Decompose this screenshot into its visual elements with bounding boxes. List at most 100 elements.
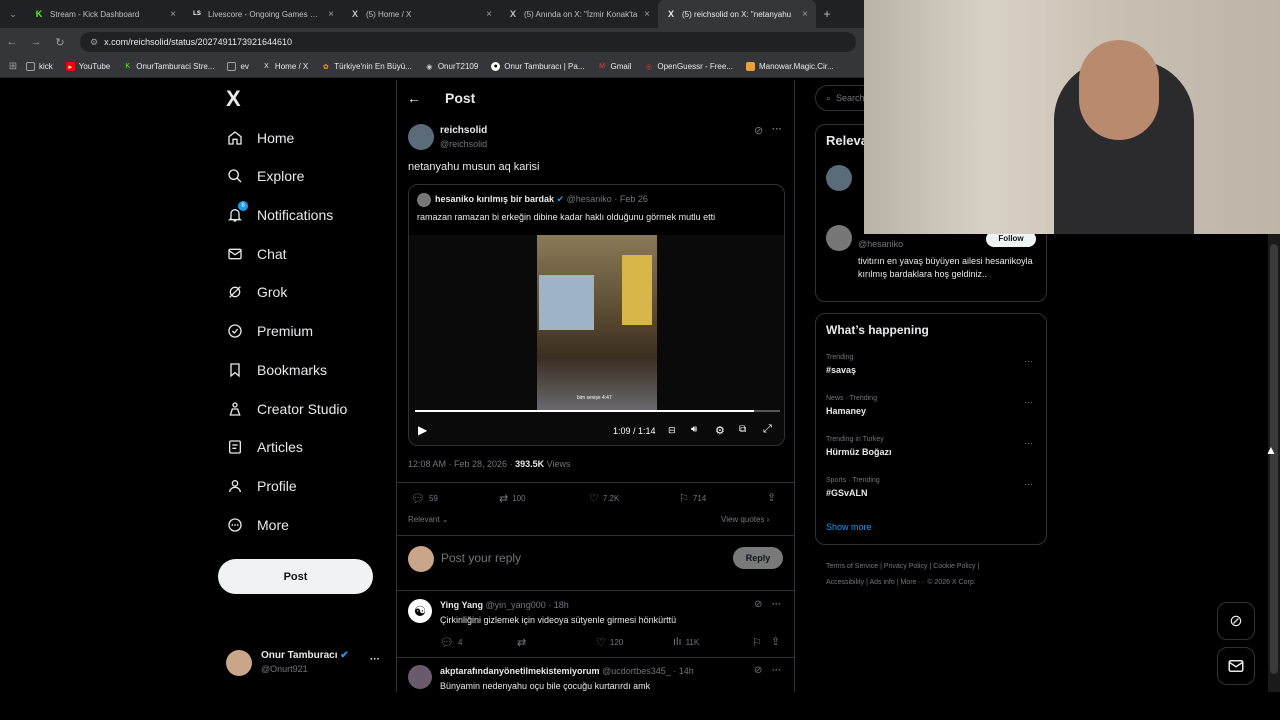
sidebar-item-profile[interactable]: Profile <box>226 477 297 495</box>
like-action[interactable]: ♡ 7.2K <box>589 492 619 505</box>
sidebar-item-premium[interactable]: Premium <box>226 322 313 340</box>
show-more-link[interactable]: Show more <box>826 522 872 532</box>
settings-icon[interactable]: ⚙ <box>715 424 725 437</box>
bookmark-openguessr[interactable]: ◎ OpenGuessr - Free... <box>644 62 733 71</box>
browser-tab-livescore[interactable]: LS Livescore - Ongoing Games and × <box>184 0 342 28</box>
trend-item[interactable]: Trending #savaş <box>826 354 1038 375</box>
sidebar-item-creator-studio[interactable]: Creator Studio <box>226 400 347 418</box>
x-logo[interactable]: X <box>226 86 241 112</box>
grok-icon[interactable]: ⊘ <box>754 665 762 676</box>
more-icon[interactable]: ··· <box>772 124 782 135</box>
reply-action[interactable]: 💬︎ 59 <box>411 492 438 505</box>
fullscreen-icon[interactable]: ⤢ <box>763 423 772 436</box>
repost-action[interactable]: ⇄ 100 <box>499 492 526 505</box>
footer-link[interactable]: Ads info <box>869 579 894 586</box>
grok-float-button[interactable]: ⊘ <box>1217 602 1255 640</box>
volume-icon[interactable]: 🔊︎ <box>691 424 697 435</box>
bookmark-manowar[interactable]: Manowar.Magic.Cir... <box>745 62 834 71</box>
footer-link[interactable]: More ··· <box>900 579 925 586</box>
browser-tab-x-home[interactable]: X (5) Home / X × <box>342 0 500 28</box>
tab-search-button[interactable]: ⌄ <box>0 9 26 20</box>
reply-1-reply[interactable]: 💬︎ 4 <box>440 636 462 649</box>
more-icon[interactable]: ··· <box>772 665 781 675</box>
bookmark-action[interactable]: ⚐ 714 <box>679 492 706 505</box>
scrollbar-thumb[interactable] <box>1270 244 1278 674</box>
person-2-handle[interactable]: @hesaniko <box>858 239 903 249</box>
more-icon[interactable]: ··· <box>1024 356 1033 366</box>
reply-1-share[interactable]: ⇪ <box>771 635 784 648</box>
trend-item[interactable]: Sports · Trending #GSvALN <box>826 477 1038 498</box>
browser-tab-x-aninda[interactable]: X (5) Anında on X: "İzmir Konak'ta × <box>500 0 658 28</box>
reply-1-repost[interactable]: ⇄ <box>517 636 530 649</box>
footer-link[interactable]: Accessibility <box>826 579 864 586</box>
footer-link[interactable]: Terms of Service <box>826 563 878 570</box>
sidebar-item-bookmarks[interactable]: Bookmarks <box>226 361 327 379</box>
trend-item[interactable]: Trending in Turkey Hürmüz Boğazı <box>826 436 1038 457</box>
close-icon[interactable]: × <box>328 9 334 20</box>
bookmark-onur-patreon[interactable]: ● Onur Tamburacı | Pa... <box>491 62 584 71</box>
more-icon[interactable]: ··· <box>1024 479 1033 489</box>
forward-icon[interactable]: → <box>24 36 48 48</box>
account-switcher[interactable]: Onur Tamburacı ✔ @Onurt921 ··· <box>226 648 386 678</box>
bookmark-x-home[interactable]: X Home / X <box>262 62 308 71</box>
browser-tab-x-reichsolid[interactable]: X (5) reichsolid on X: "netanyahu × <box>658 0 816 28</box>
reload-icon[interactable]: ↻ <box>48 36 72 49</box>
reply-1-like[interactable]: ♡ 120 <box>596 636 623 649</box>
sidebar-item-chat[interactable]: Chat <box>226 245 287 263</box>
grok-icon[interactable]: ⊘ <box>754 124 763 137</box>
close-icon[interactable]: × <box>170 9 176 20</box>
back-icon[interactable]: ← <box>0 36 24 48</box>
close-icon[interactable]: × <box>486 9 492 20</box>
author-name[interactable]: reichsolid <box>440 125 487 136</box>
author-avatar[interactable] <box>408 124 434 150</box>
person-2-avatar[interactable] <box>826 225 852 251</box>
footer-link[interactable]: Cookie Policy <box>933 563 975 570</box>
site-info-icon[interactable]: ⚙ <box>90 37 98 48</box>
apps-icon[interactable]: ⊞ <box>0 61 26 72</box>
sort-relevant-dropdown[interactable]: Relevant ⌄ <box>408 515 449 524</box>
browser-tab-kick[interactable]: K Stream - Kick Dashboard × <box>26 0 184 28</box>
trend-item[interactable]: News · Trending Hamaney <box>826 395 1038 416</box>
sidebar-item-notifications[interactable]: 6 Notifications <box>226 201 333 224</box>
video-player[interactable]: bim sevişe 4:47 ▶ 1:09 / 1:14 ⊟ 🔊︎ ⚙ ⧉ ⤢ <box>409 235 784 445</box>
more-icon[interactable]: ··· <box>772 599 781 609</box>
sidebar-item-articles[interactable]: Articles <box>226 438 303 456</box>
account-more-icon[interactable]: ··· <box>370 654 380 665</box>
play-icon[interactable]: ▶ <box>418 423 427 437</box>
reply-button[interactable]: Reply <box>733 547 783 569</box>
new-tab-button[interactable]: + <box>816 7 838 21</box>
sidebar-item-more[interactable]: More <box>226 516 289 534</box>
page-scrollbar[interactable] <box>1268 234 1280 692</box>
bookmark-onurt2109[interactable]: ◉ OnurT2109 <box>425 62 478 71</box>
more-icon[interactable]: ··· <box>1024 438 1033 448</box>
grok-icon[interactable]: ⊘ <box>754 599 762 610</box>
messages-float-button[interactable] <box>1217 647 1255 685</box>
quoted-post[interactable]: hesaniko kırılmış bir bardak ✔ @hesaniko… <box>408 184 785 446</box>
bookmark-gmail[interactable]: M Gmail <box>597 62 631 71</box>
url-field[interactable]: ⚙ x.com/reichsolid/status/202749117392164… <box>80 32 856 52</box>
bookmark-kick[interactable]: kick <box>26 62 53 71</box>
sidebar-item-home[interactable]: Home <box>226 129 294 147</box>
reply-1-avatar[interactable]: ☯ <box>408 599 432 623</box>
share-action[interactable]: ⇪ <box>767 491 780 504</box>
bookmark-youtube[interactable]: ▸ YouTube <box>65 62 110 71</box>
back-arrow-icon[interactable]: ← <box>407 90 421 106</box>
reply-2-avatar[interactable] <box>408 665 432 689</box>
captions-icon[interactable]: ⊟ <box>668 425 676 436</box>
post-button[interactable]: Post <box>218 559 373 594</box>
reply-1-bookmark[interactable]: ⚐ <box>752 636 766 649</box>
footer-link[interactable]: Privacy Policy <box>884 563 928 570</box>
close-icon[interactable]: × <box>644 9 650 20</box>
bookmark-turkiye[interactable]: ✿ Türkiye'nin En Büyü... <box>321 62 412 71</box>
bookmark-onurtamburaci-stream[interactable]: K OnurTamburaci Stre... <box>123 62 214 71</box>
bookmark-ev[interactable]: ev <box>227 62 249 71</box>
sidebar-item-explore[interactable]: Explore <box>226 167 304 185</box>
view-quotes-link[interactable]: View quotes › <box>721 515 769 524</box>
reply-1-views[interactable]: ılı 11K <box>673 636 699 648</box>
reply-input[interactable]: Post your reply <box>441 551 521 565</box>
close-icon[interactable]: × <box>802 9 808 20</box>
author-handle[interactable]: @reichsolid <box>440 139 487 149</box>
person-1-avatar[interactable] <box>826 165 852 191</box>
more-icon[interactable]: ··· <box>1024 397 1033 407</box>
pip-icon[interactable]: ⧉ <box>739 424 746 435</box>
